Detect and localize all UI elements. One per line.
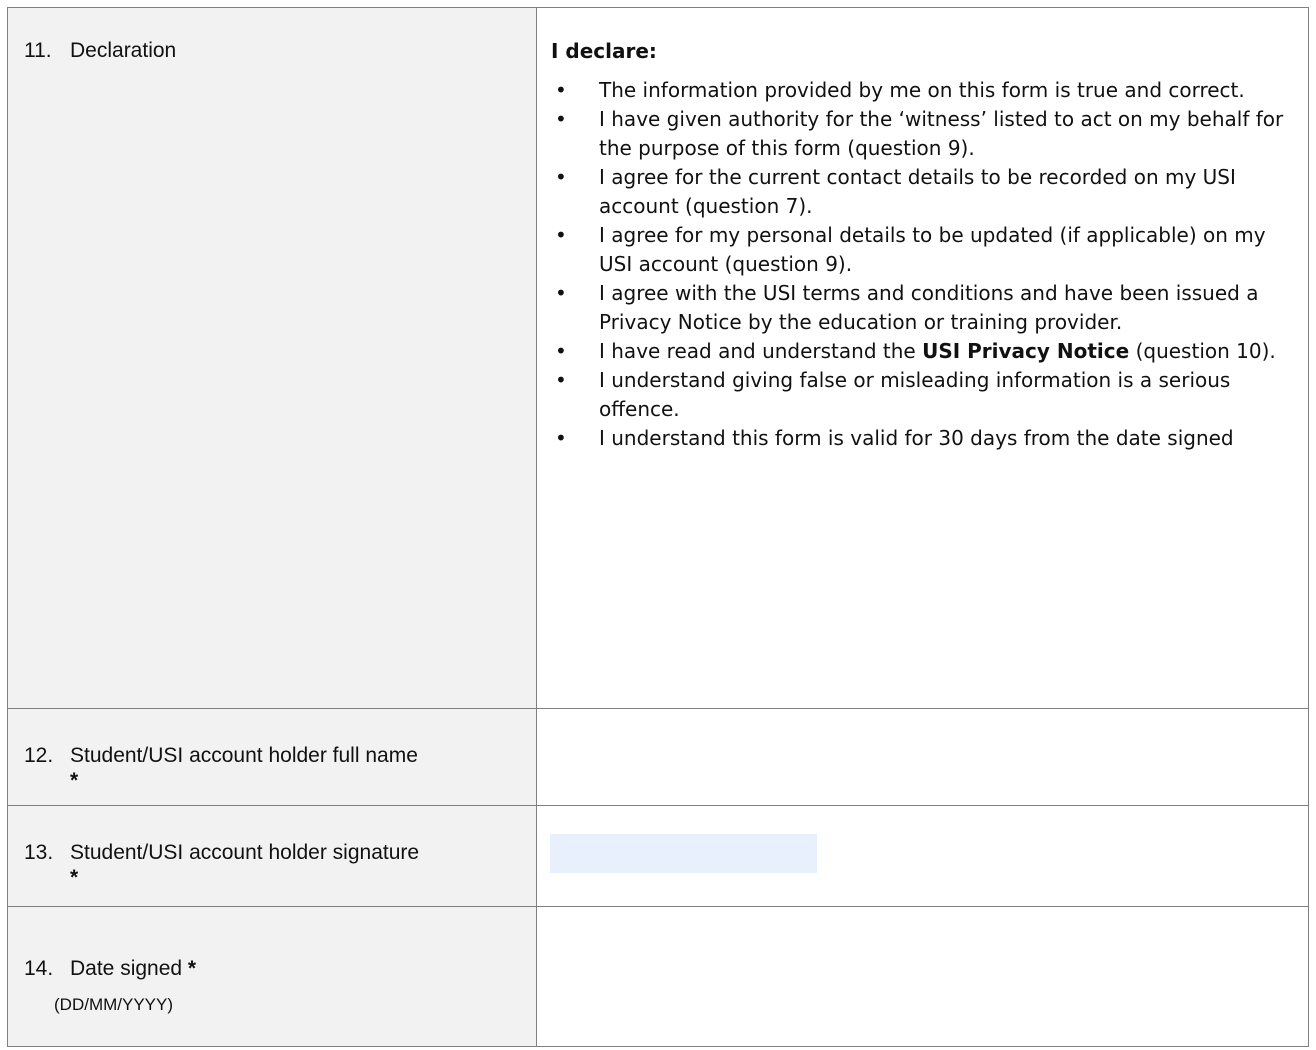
declaration-item-text: I agree for the current contact details … <box>599 165 1236 218</box>
signature-field[interactable] <box>550 834 817 873</box>
declaration-item: • I agree for my personal details to be u… <box>537 221 1308 279</box>
full-name-label-cell: 12. Student/USI account holder full name… <box>7 708 537 806</box>
declaration-item-text: I have read and understand the <box>599 339 923 363</box>
declaration-item-text: The information provided by me on this f… <box>599 78 1245 102</box>
date-signed-label-cell: 14. Date signed * (DD/MM/YYYY) <box>7 906 537 1047</box>
question-label: Date signed <box>70 957 183 980</box>
bullet-icon: • <box>555 426 567 450</box>
declaration-item: • I have given authority for the ‘witness… <box>537 105 1308 163</box>
bullet-icon: • <box>555 165 567 189</box>
declaration-item-text: I agree for my personal details to be up… <box>599 223 1266 276</box>
declaration-form-table: 11. Declaration I declare: • The informat… <box>7 7 1309 1047</box>
question-label: Student/USI account holder full name <box>70 744 418 767</box>
declaration-item-text: I understand this form is valid for 30 d… <box>599 426 1234 450</box>
date-signed-row: 14. Date signed * (DD/MM/YYYY) <box>7 906 1309 1047</box>
declaration-heading: I declare: <box>551 39 657 63</box>
declaration-item: • The information provided by me on this … <box>537 76 1308 105</box>
declaration-item: • I understand giving false or misleading… <box>537 366 1308 424</box>
declaration-item-text: I understand giving false or misleading … <box>599 368 1231 421</box>
signature-label-cell: 13. Student/USI account holder signature… <box>7 805 537 907</box>
full-name-field[interactable] <box>536 708 1309 806</box>
full-name-row: 12. Student/USI account holder full name… <box>7 708 1309 806</box>
question-number: 12. <box>24 744 54 767</box>
declaration-item: • I agree for the current contact details… <box>537 163 1308 221</box>
required-asterisk: * <box>187 957 197 980</box>
bullet-icon: • <box>555 107 567 131</box>
question-number: 14. <box>24 957 54 980</box>
declaration-item-text: (question 10). <box>1129 339 1276 363</box>
date-signed-field[interactable] <box>536 906 1309 1047</box>
declaration-content-cell: I declare: • The information provided by … <box>536 7 1309 709</box>
declaration-item: • I understand this form is valid for 30 … <box>537 424 1308 453</box>
required-asterisk: * <box>70 866 79 889</box>
question-label: Declaration <box>70 39 177 62</box>
question-label: Student/USI account holder signature <box>70 841 420 864</box>
question-number: 13. <box>24 841 54 864</box>
signature-cell <box>536 805 1309 907</box>
bullet-icon: • <box>555 223 567 247</box>
signature-row: 13. Student/USI account holder signature… <box>7 805 1309 907</box>
bullet-icon: • <box>555 368 567 392</box>
declaration-item: • I agree with the USI terms and conditio… <box>537 279 1308 337</box>
declaration-row: 11. Declaration I declare: • The informat… <box>7 7 1309 709</box>
declaration-label-cell: 11. Declaration <box>7 7 537 709</box>
required-asterisk: * <box>70 769 79 792</box>
date-format-hint: (DD/MM/YYYY) <box>54 995 173 1014</box>
question-number: 11. <box>24 39 52 62</box>
bullet-icon: • <box>555 281 567 305</box>
privacy-notice-link[interactable]: USI Privacy Notice <box>922 339 1129 363</box>
declaration-item: • I have read and understand the USI Priv… <box>537 337 1308 366</box>
declaration-list: • The information provided by me on this … <box>537 76 1308 453</box>
declaration-item-text: I agree with the USI terms and condition… <box>599 281 1259 334</box>
declaration-item-text: I have given authority for the ‘witness’… <box>599 107 1284 160</box>
bullet-icon: • <box>555 339 567 363</box>
bullet-icon: • <box>555 78 567 102</box>
